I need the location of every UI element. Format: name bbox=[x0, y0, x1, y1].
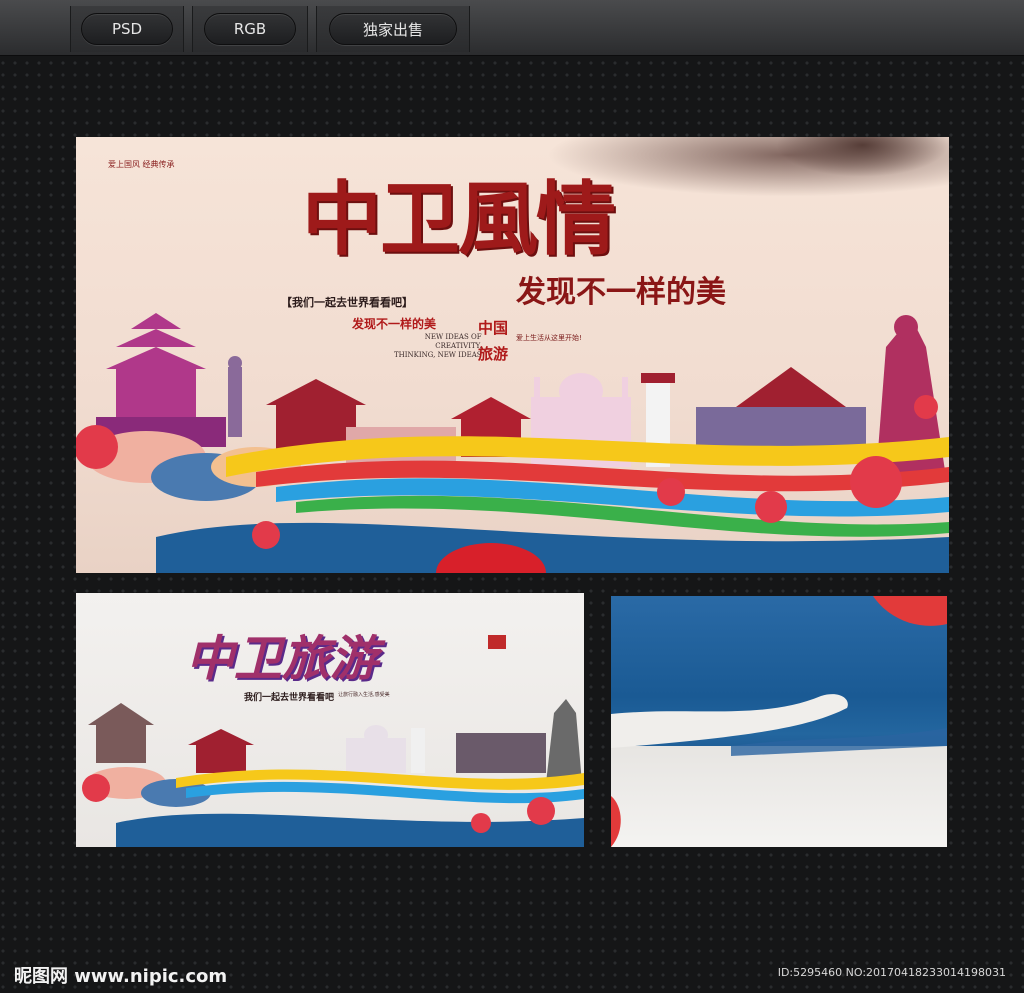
toolbar: PSD RGB 独家出售 bbox=[0, 0, 1024, 56]
main-subtitle: 发现不一样的美 bbox=[516, 275, 726, 310]
rgb-badge[interactable]: RGB bbox=[204, 13, 296, 45]
landmark-illustration bbox=[76, 313, 949, 573]
scholar-statue-icon bbox=[546, 699, 582, 783]
pagoda-icon bbox=[88, 703, 154, 763]
mosque-icon bbox=[346, 725, 406, 773]
psd-cell: PSD bbox=[70, 6, 184, 52]
image-id: ID:5295460 NO:20170418233014198031 bbox=[777, 966, 1006, 979]
statue-icon bbox=[228, 356, 242, 437]
site-logo[interactable]: 昵图网 www.nipic.com bbox=[14, 962, 227, 988]
lotus-petal-icon bbox=[611, 796, 621, 847]
tower-icon bbox=[411, 728, 425, 773]
seal-icon bbox=[488, 635, 506, 649]
palace-icon bbox=[456, 733, 546, 773]
lotus-petal-icon bbox=[873, 596, 947, 626]
ink-stroke-illustration bbox=[611, 596, 947, 847]
texture-detail-preview[interactable] bbox=[611, 596, 947, 847]
small-title: 中卫旅游 bbox=[186, 631, 379, 687]
temple-icon bbox=[188, 729, 254, 773]
main-poster-preview[interactable]: 爱上国风 经典传承 中卫風情 发现不一样的美 【我们一起去世界看看吧】 发现不一… bbox=[76, 137, 949, 573]
exclusive-sale-badge[interactable]: 独家出售 bbox=[329, 13, 457, 45]
psd-badge[interactable]: PSD bbox=[81, 13, 173, 45]
main-title: 中卫風情 bbox=[302, 172, 616, 266]
ink-cloud bbox=[776, 137, 949, 177]
small-landmark-illustration bbox=[82, 699, 584, 847]
small-poster-preview[interactable]: 中卫旅游 我们一起去世界看看吧 让旅行融入生活,感受美 bbox=[76, 593, 584, 847]
blue-brush-stroke bbox=[731, 728, 947, 756]
corner-note: 爱上国风 经典传承 bbox=[108, 160, 175, 169]
blue-ink-wave bbox=[116, 813, 584, 847]
rgb-cell: RGB bbox=[192, 6, 308, 52]
pagoda-icon bbox=[96, 313, 226, 447]
exclusive-cell: 独家出售 bbox=[316, 6, 470, 52]
